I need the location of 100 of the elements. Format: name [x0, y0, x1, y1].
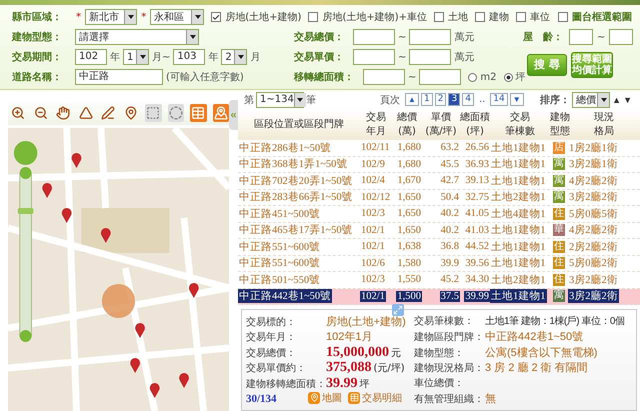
table-cell-text: 中正路702巷20弄1~50號: [238, 174, 354, 188]
caret-icon: [190, 35, 196, 39]
column-header[interactable]: 區段位置或區段門牌: [238, 110, 360, 140]
input-field[interactable]: [609, 29, 634, 45]
range-separator: ~: [597, 32, 606, 42]
table-cell-text: 土地1建物1: [490, 240, 546, 254]
table-cell: 102/6: [360, 258, 386, 269]
range-separator: ~: [398, 32, 406, 42]
detail-value: 39.99: [326, 376, 358, 392]
hand-icon[interactable]: [55, 104, 72, 122]
table-cell: 3房2廳2衛: [568, 289, 619, 304]
table-row[interactable]: 中正路286巷1~50號 102/11 1,680 63.2 26.56 土地1建物1 店 1房2廳1衛: [238, 140, 640, 156]
input-field[interactable]: [353, 49, 395, 65]
map-link[interactable]: 地圖: [308, 390, 342, 405]
input-field[interactable]: 中正路: [75, 69, 163, 85]
column-header[interactable]: 現況 格局: [568, 110, 640, 140]
required-mark: *: [141, 12, 146, 22]
table-cell-text: 1房2廳1衛: [568, 141, 619, 155]
table-cell: 土地2建物1: [490, 190, 546, 204]
checkbox-label: 房地(土地+建物): [225, 10, 302, 24]
table-row[interactable]: 中正路551~600號 102/6 1,580 39.9 39.56 土地1建物1 住 5房0廳2衛: [238, 256, 640, 272]
next-page-button[interactable]: ▼: [510, 93, 524, 106]
column-header[interactable]: 總面積 (坪): [460, 110, 490, 140]
table-row[interactable]: 中正路451~500號 102/3 1,650 40.2 41.05 土地4建物1 住 5房0廳5衛: [238, 206, 640, 222]
city-select[interactable]: 新北市: [85, 9, 138, 25]
sort-select[interactable]: 總價: [572, 92, 610, 108]
table-cell: 40.2: [440, 224, 460, 236]
input-field[interactable]: [363, 69, 405, 85]
table-row[interactable]: 中正路283巷66弄1~50號 102/12 1,650 50.4 32.75 土地2建物1 寓 3房2廳2衛: [238, 190, 640, 206]
page-button[interactable]: 2: [434, 93, 446, 106]
table-cell: 中正路283巷66弄1~50號: [238, 190, 354, 204]
checkbox[interactable]: [516, 12, 526, 22]
type-badge: 住: [553, 274, 565, 286]
unit-label: 萬元: [454, 50, 474, 64]
previous-page-button[interactable]: ▲: [405, 93, 419, 106]
table-cell: 3房2廳1衛: [568, 157, 619, 172]
radio-button[interactable]: [504, 72, 512, 82]
sort-ascending-button[interactable]: ▲: [612, 94, 622, 104]
table-row[interactable]: 中正路501~550號 102/3 1,550 45.2 34.30 土地2建物1 住 3房2廳2衛: [238, 272, 640, 288]
input-field[interactable]: 103: [173, 49, 206, 65]
radio-label: 坪: [516, 71, 526, 84]
table-row[interactable]: 中正路551~600號 102/1 1,638 36.8 44.52 土地1建物1 住 2房2廳2衛: [238, 239, 640, 256]
page-button[interactable]: 14: [490, 93, 508, 106]
table-cell: 土地1建物1: [490, 256, 546, 270]
detail-label: 交易標的：: [246, 316, 297, 329]
checkbox[interactable]: [475, 12, 485, 22]
table-cell: 41.03: [464, 224, 490, 236]
table-cell: 中正路368巷1弄1~50號: [238, 157, 348, 172]
map-pin-icon[interactable]: [122, 104, 139, 122]
radio-button[interactable]: [468, 72, 478, 82]
page-button[interactable]: 3: [448, 93, 460, 106]
table-cell-text: 中正路501~550號: [238, 273, 322, 287]
detail-label: 建物移轉總面積：: [246, 378, 326, 391]
input-field[interactable]: [409, 49, 452, 65]
table-row[interactable]: 中正路368巷1弄1~50號 102/9 1,680 45.5 36.93 土地1建物1 寓 3房2廳1衛: [238, 156, 640, 173]
table-cell: 4房2廳2衛: [568, 223, 619, 238]
table-cell: 34.30: [464, 274, 490, 286]
pen-icon[interactable]: [100, 104, 116, 122]
table-cell: 26.56: [464, 142, 490, 154]
month-select[interactable]: 1: [123, 49, 149, 65]
district-select[interactable]: 永和區: [150, 9, 204, 25]
table-cell: 42.7: [440, 175, 460, 186]
table-row[interactable]: 中正路442巷1~50號 102/1 1,500 37.5 39.99 土地1建物1 寓 3房2廳2衛: [238, 288, 640, 305]
range-prefix: 第: [244, 94, 254, 106]
table-row[interactable]: 中正路702巷20弄1~50號 102/4 1,670 42.7 39.13 土地1建物1 寓 4房2廳2衛: [238, 173, 640, 190]
table-cell: 39.56: [464, 258, 490, 269]
column-header[interactable]: 交易 年月: [360, 110, 392, 140]
table-row[interactable]: 中正路465巷17弄1~50號 102/1 1,650 40.2 41.03 土地1建物1 華 4房2廳2衛: [238, 222, 640, 239]
column-header[interactable]: 總價 (萬): [392, 110, 422, 140]
checkbox-label: 土地: [448, 10, 468, 24]
checkbox[interactable]: [558, 12, 568, 22]
building-type-select[interactable]: 請選擇: [75, 29, 199, 45]
input-field[interactable]: [409, 29, 452, 45]
month-select[interactable]: 2: [221, 49, 248, 65]
column-header[interactable]: 單價 (萬/坪): [422, 110, 460, 140]
caret-icon: [140, 55, 146, 59]
page-button[interactable]: 1: [421, 93, 433, 106]
map-pin-icon: [308, 392, 320, 404]
input-field[interactable]: [353, 29, 395, 45]
detail-label: 建物現況格局：: [414, 362, 485, 376]
input-field[interactable]: [419, 69, 462, 85]
column-header[interactable]: 建物 型態: [550, 110, 568, 140]
detail-link[interactable]: 交易明細: [348, 390, 402, 405]
type-badge: 店: [553, 142, 565, 154]
checkbox[interactable]: [434, 12, 444, 22]
checkbox[interactable]: [308, 12, 318, 22]
list-icon: [348, 392, 360, 404]
page-button[interactable]: 4: [462, 93, 474, 106]
dashed-square-icon[interactable]: [145, 104, 162, 122]
input-field[interactable]: 102: [75, 49, 107, 65]
checkbox[interactable]: [211, 12, 222, 22]
table-icon[interactable]: [190, 104, 206, 122]
sort-descending-button[interactable]: ▼: [623, 94, 632, 104]
column-header[interactable]: 交易 筆棟數: [490, 110, 550, 140]
range-select[interactable]: 1~134: [256, 92, 304, 108]
table-cell-text: 3房2廳2衛: [568, 273, 619, 287]
map-pin-icon[interactable]: [212, 104, 229, 122]
input-field[interactable]: [569, 29, 593, 45]
table-cell: 中正路551~600號: [238, 256, 322, 270]
table-cell: 1,650: [396, 192, 422, 203]
